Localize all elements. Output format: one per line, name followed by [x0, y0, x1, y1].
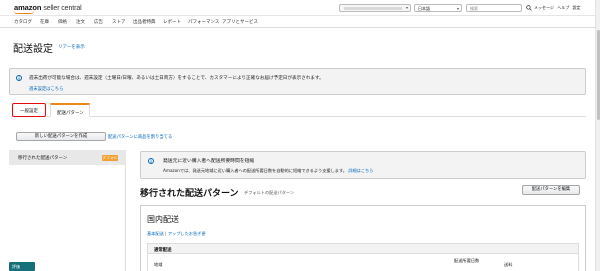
chevron-down-icon: ▾: [456, 6, 459, 11]
help-link[interactable]: ヘルプ: [557, 5, 569, 10]
column-header-fee: 送料: [504, 262, 513, 267]
nav-item-catalog[interactable]: カタログ: [14, 19, 32, 25]
list-item[interactable]: 移行された配送パターン デフォルト: [9, 150, 126, 166]
search-placeholder: 検索: [470, 6, 478, 11]
standard-shipping-title: 通常配送: [154, 248, 172, 253]
language-selector[interactable]: 日本語 ▾: [414, 4, 462, 12]
notice-details-link[interactable]: 詳細はこちら: [348, 168, 373, 173]
default-badge: デフォルト: [102, 155, 118, 166]
nav-item-reports[interactable]: レポート: [163, 19, 181, 25]
domestic-links: 基本配送 | アップしたお急ぎ便: [147, 231, 206, 237]
nav-item-ads[interactable]: 広告: [94, 19, 103, 25]
template-name: 移行された配送パターン: [18, 156, 68, 161]
express-shipping-link[interactable]: アップしたお急ぎ便: [168, 231, 206, 236]
top-header: amazon seller central ▾ 日本語 ▾ 検索 メッセージ ヘ…: [0, 0, 600, 16]
language-value: 日本語: [418, 6, 430, 11]
delivery-notice: i 発送元に近い購入者へ配送所要時間を短縮 Amazonでは、発送元地域に近い購…: [140, 151, 586, 179]
notice-body-text: Amazonでは、発送元地域に近い購入者への配送所要日数を自動的に短縮できるよう…: [163, 168, 347, 173]
logo-sub: seller central: [43, 5, 82, 12]
notice-body: Amazonでは、発送元地域に近い購入者への配送所要日数を自動的に短縮できるよう…: [163, 168, 373, 174]
settings-tabs: 一般設定 配送パターン: [12, 103, 586, 117]
weekend-info-banner: i 週末出荷が可能な場合は、週末設定（土曜日/日曜、あるいは土日両方）をすること…: [9, 68, 586, 95]
header-links: メッセージ ヘルプ 設定: [534, 5, 582, 11]
nav-item-inventory[interactable]: 在庫: [40, 19, 49, 25]
edit-template-button[interactable]: 配送パターンを編集: [522, 185, 580, 195]
tab-general-settings[interactable]: 一般設定: [12, 103, 46, 117]
store-selector[interactable]: ▾: [339, 4, 411, 12]
assign-products-link[interactable]: 配送パターンに商品を割り当てる: [108, 134, 172, 140]
main-nav: カタログ 在庫 価格 注文 広告 ストア 出品者特典 レポート パフォーマンス …: [0, 16, 600, 28]
template-title: 移行された配送パターン: [140, 188, 239, 198]
notice-title: 発送元に近い購入者へ配送所要時間を短縮: [163, 159, 255, 164]
nav-item-stores[interactable]: ストア: [112, 19, 126, 25]
nav-item-seller-benefits[interactable]: 出品者特典: [133, 19, 156, 25]
nav-item-performance[interactable]: パフォーマンス: [188, 19, 219, 25]
weekend-settings-link[interactable]: 週末設定はこちら: [29, 86, 63, 92]
standard-shipping-header: 通常配送: [148, 244, 578, 254]
store-name-redacted: [344, 7, 402, 10]
info-icon: i: [148, 158, 154, 164]
template-subtitle: デフォルトの配送パターン: [244, 190, 295, 195]
feedback-label: 評価: [12, 264, 20, 269]
logo-smile-icon: [14, 11, 34, 14]
page-scrollbar[interactable]: [595, 0, 600, 271]
search-input[interactable]: 検索: [466, 4, 522, 12]
settings-link[interactable]: 設定: [572, 5, 580, 10]
messages-link[interactable]: メッセージ: [534, 5, 554, 10]
nav-item-pricing[interactable]: 価格: [58, 19, 67, 25]
chevron-down-icon: ▾: [405, 5, 408, 10]
search-icon[interactable]: [526, 5, 532, 11]
learn-more-link[interactable]: リアーを表示: [58, 44, 85, 50]
feedback-button[interactable]: 評価: [9, 262, 35, 271]
standard-shipping-table: 通常配送 地域 配送所要日数 送料: [147, 243, 579, 271]
info-icon: i: [16, 75, 22, 81]
column-header-days: 配送所要日数: [454, 258, 480, 263]
nav-item-orders[interactable]: 注文: [76, 19, 85, 25]
domestic-shipping-section: 国内配送 基本配送 | アップしたお急ぎ便 通常配送 地域 配送所要日数 送料: [140, 205, 586, 271]
basic-shipping-link[interactable]: 基本配送: [147, 231, 164, 236]
domestic-title: 国内配送: [147, 215, 179, 224]
nav-item-apps-services[interactable]: アプリとサービス: [222, 19, 258, 25]
page-title: 配送設定: [13, 44, 53, 55]
create-template-button[interactable]: 新しい配送パターンを作成: [16, 132, 106, 141]
banner-text: 週末出荷が可能な場合は、週末設定（土曜日/日曜、あるいは土日両方）をすることで、…: [29, 76, 324, 81]
tab-shipping-templates[interactable]: 配送パターン: [50, 103, 90, 117]
template-list: 移行された配送パターン デフォルト: [9, 150, 126, 271]
column-header-region: 地域: [154, 262, 163, 267]
